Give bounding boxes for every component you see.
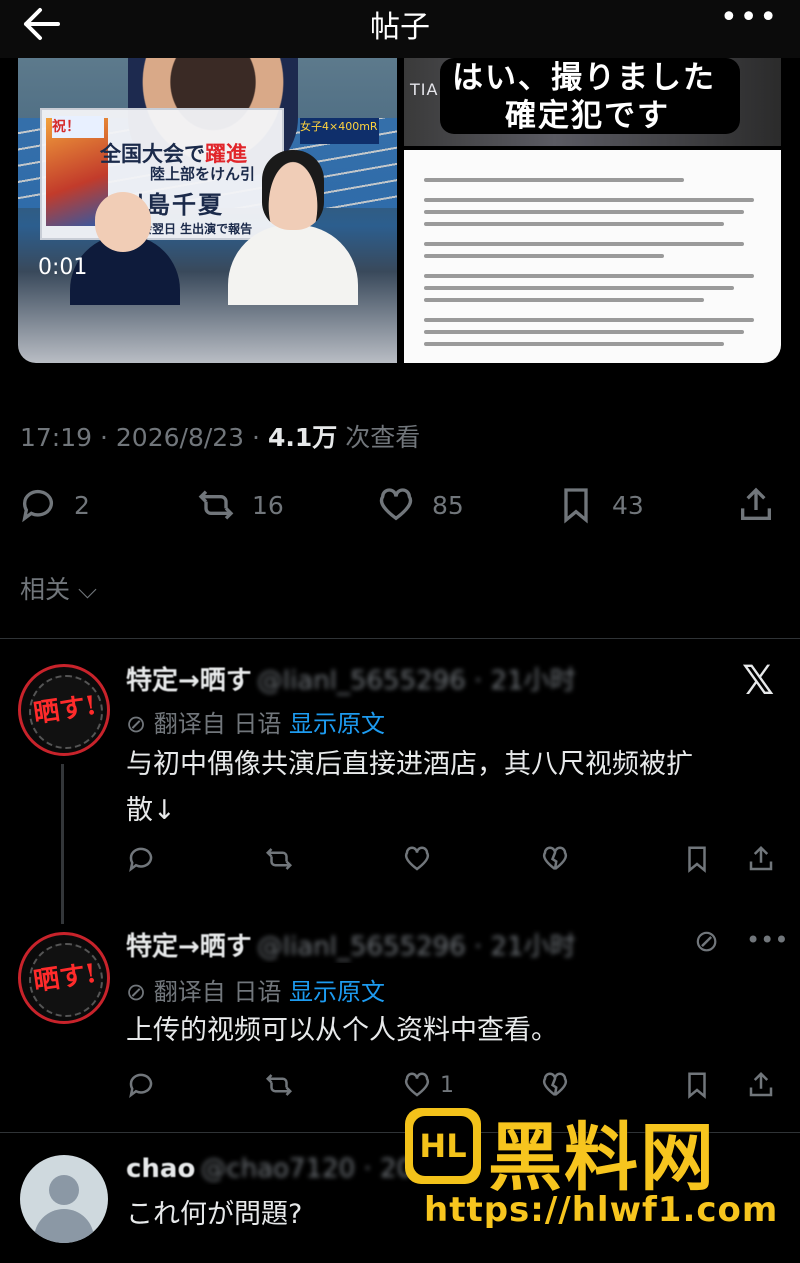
reply1-translate: ⊘ 翻译自 日语 显示原文 [126,710,386,738]
reply-icon[interactable] [126,844,156,874]
heart-icon[interactable] [402,844,432,874]
stamp-line2: 確定犯です [505,98,670,134]
share-icon[interactable] [746,844,776,874]
broken-heart-icon[interactable] [540,1070,570,1100]
page-title: 帖子 [370,10,430,45]
x-logo-icon: 𝕏 [742,658,775,704]
reply3-text: これ何が問題? [126,1199,303,1230]
reply2-header: 特定→晒す @lianl_5655296 · 21小时 [126,926,686,963]
reply1-text: 与初中偶像共演后直接进酒店，其八尺视频被扩 散↓ [126,749,693,826]
reply2-text: 上传的视频可以从个人资料中查看。 [126,1015,558,1046]
mute-icon[interactable]: ⊘ [694,924,719,959]
reply2-translate: ⊘ 翻译自 日语 显示原文 [126,978,386,1006]
share-button[interactable] [736,480,776,530]
show-original-link[interactable]: 显示原文 [289,978,385,1006]
watermark-title: 黑料网 [488,1115,716,1201]
retweet-icon [198,490,234,520]
heart-icon [379,488,413,521]
default-avatar[interactable] [20,1155,108,1243]
caption-right-tag: 女子4×400mR [300,118,379,144]
statement-document-image[interactable] [404,150,781,363]
bookmark-icon[interactable] [682,844,712,874]
reply2-handle: @lianl_5655296 · 21小时 [256,932,576,962]
brand-text: TIA [410,80,439,99]
more-options-icon[interactable]: ••• [720,0,779,35]
reply-icon [22,489,53,523]
reply1-name[interactable]: 特定→晒す [126,666,252,696]
reply3-name[interactable]: chao [126,1154,195,1184]
person-left-face [95,192,151,252]
heart-icon[interactable]: 1 [402,1070,454,1100]
video-timer: 0:01 [38,255,88,280]
avatar[interactable]: 晒す! [18,932,110,1024]
translate-icon: ⊘ [126,710,147,738]
show-original-link[interactable]: 显示原文 [289,710,385,738]
bookmark-button[interactable]: 43 [556,480,644,530]
broken-heart-icon[interactable] [540,844,570,874]
bookmark-icon [564,488,588,524]
like-button[interactable]: 85 [376,480,464,530]
top-bar: 帖子 ••• [0,0,800,58]
avatar[interactable]: 晒す! [18,664,110,756]
bookmark-icon[interactable] [682,1070,712,1100]
reply1-actions [126,844,786,884]
caption-tag: 祝！ [52,116,104,138]
watermark-url: https://hlwf1.com [424,1190,779,1230]
post-actions: 2 16 85 43 [0,480,800,536]
retweet-icon[interactable] [264,1070,294,1100]
thread-line [61,764,64,924]
person-right-face [262,150,324,230]
related-toggle[interactable]: 相关 ⌵ [20,570,97,606]
reply1-header: 特定→晒す @lianl_5655296 · 21小时 [126,660,576,697]
post-meta: 17:19 · 2026/8/23 · 4.1万 次查看 [20,423,421,452]
share-icon [741,487,771,520]
share-icon[interactable] [746,1070,776,1100]
more-dots-icon[interactable]: ••• [746,926,788,954]
watermark-logo: HL [405,1108,481,1184]
reply-button[interactable]: 2 [18,480,90,530]
divider [0,638,800,639]
reply2-name[interactable]: 特定→晒す [126,932,252,962]
reply-icon[interactable] [126,1070,156,1100]
translate-icon: ⊘ [126,978,147,1006]
caption-line2: 陸上部をけん引 [150,165,256,183]
reply1-handle: @lianl_5655296 · 21小时 [256,666,576,696]
chevron-down-icon: ⌵ [70,575,97,604]
retweet-button[interactable]: 16 [196,480,284,530]
retweet-icon[interactable] [264,844,294,874]
